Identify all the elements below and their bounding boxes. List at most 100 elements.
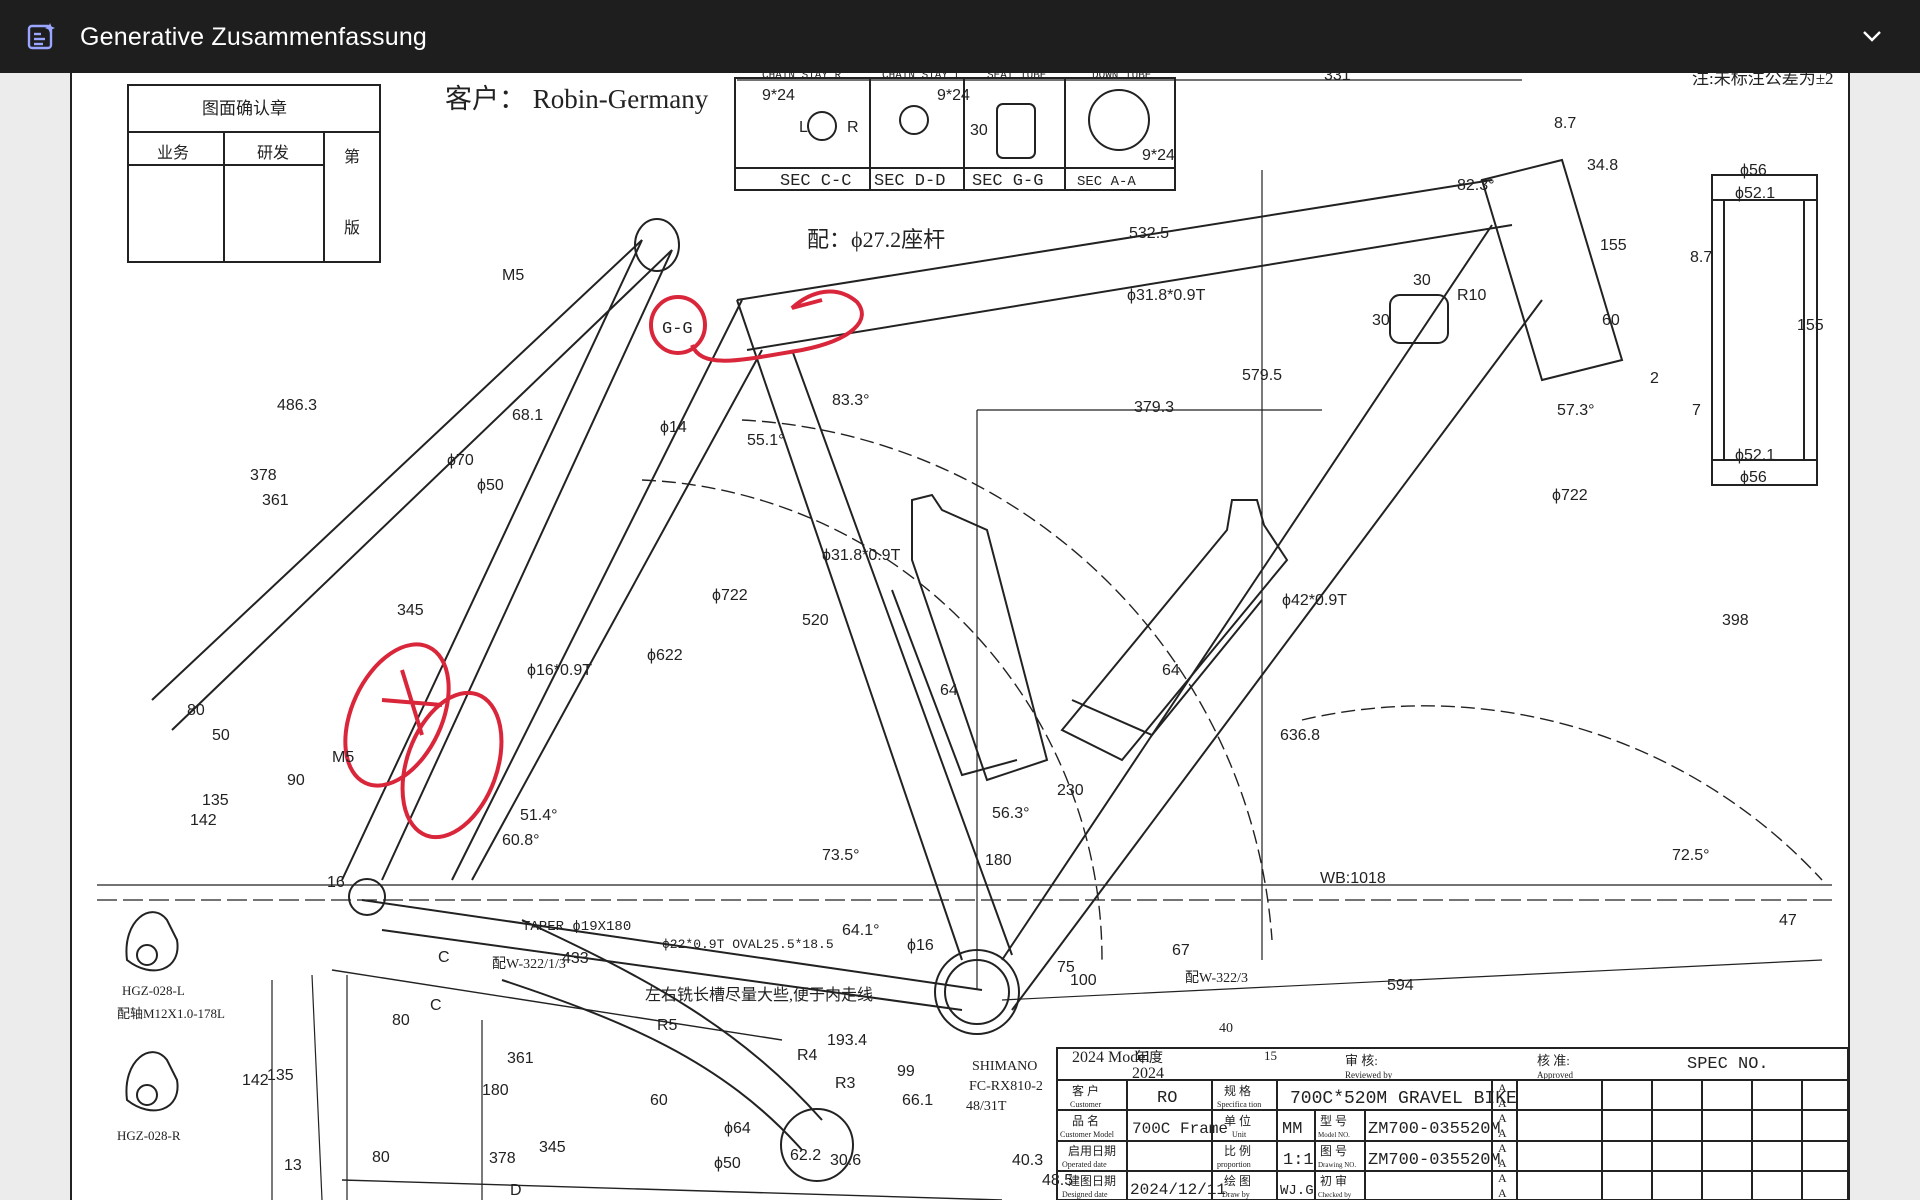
tb-row3-key3-en: Drawing NO. — [1318, 1161, 1356, 1169]
section-dim-d: 9*24 — [937, 87, 970, 104]
dim-label: R4 — [797, 1047, 818, 1064]
dim-label: 13 — [284, 1157, 302, 1174]
dim-label: ϕ622 — [647, 647, 683, 664]
approval-col-edition-a: 第 — [344, 148, 360, 166]
tb-row3-key2-en: proportion — [1217, 1160, 1251, 1169]
dim-label: M5 — [502, 267, 524, 284]
dim-label: ϕ56 — [1740, 469, 1767, 486]
dim-label: 636.8 — [1280, 727, 1320, 744]
dim-label: 配W-322/1/3 — [492, 957, 566, 972]
dim-label: 55.1° — [747, 432, 785, 449]
dropout-l-drawing — [125, 911, 179, 972]
crank-brand: SHIMANO — [972, 1059, 1037, 1074]
tb-row3-key3: 图 号 — [1320, 1144, 1347, 1158]
tb-product-value: 700C Frame — [1132, 1120, 1228, 1138]
dim-label: R5 — [657, 1017, 678, 1034]
dropout-l-note: 配轴M12X1.0-178L — [117, 1006, 225, 1021]
section-label-a: SEC A-A — [1077, 174, 1136, 190]
dim-label: 345 — [539, 1139, 566, 1156]
revision-mark: A — [1498, 1081, 1507, 1095]
dim-label: 180 — [985, 852, 1012, 869]
revision-mark: A — [1498, 1096, 1507, 1110]
tb-row4-key2-en: Draw by — [1222, 1190, 1250, 1199]
dim-label: 60.8° — [502, 832, 540, 849]
dim-label: M5 — [332, 749, 354, 766]
gg-circle-label: G-G — [662, 320, 693, 339]
title-block-approved-en: Approved — [1537, 1070, 1573, 1080]
dim-label: 7 — [1692, 402, 1701, 419]
dim-label: ϕ52.1 — [1735, 447, 1775, 464]
dim-label: 左右铣长槽尽量大些,便于内走线 — [645, 986, 873, 1004]
revision-mark: A — [1498, 1186, 1507, 1200]
tb-row1-key2: 规 格 — [1224, 1083, 1251, 1098]
dim-label: 135 — [267, 1067, 294, 1084]
tb-row4-key2: 绘 图 — [1224, 1173, 1251, 1188]
tb-customer-value: RO — [1157, 1089, 1177, 1108]
title-block-spec-no: SPEC NO. — [1687, 1055, 1769, 1074]
tb-row4-key3: 初 审 — [1320, 1173, 1347, 1188]
technical-drawing-page: 图面确认章 业务 研发 第 版 客户： Robin-Germany 配：ϕ27.… — [70, 73, 1850, 1200]
ai-summary-icon[interactable] — [26, 22, 58, 52]
dim-label: 34.8 — [1587, 157, 1618, 174]
dim-label: WB:1018 — [1320, 870, 1386, 887]
tb-model-value: ZM700-035520M — [1368, 1120, 1501, 1139]
dim-label: 379.3 — [1134, 399, 1174, 416]
dim-label: 16 — [327, 874, 345, 891]
tb-row3-key: 启用日期 — [1068, 1144, 1116, 1158]
dim-label: ϕ16*0.9T — [527, 662, 592, 679]
tb-row3-key2: 比 例 — [1224, 1144, 1251, 1158]
dropout-r-label: HGZ-028-R — [117, 1128, 181, 1143]
dim-label: ϕ52.1 — [1735, 185, 1775, 202]
tb-row2-key: 品 名 — [1072, 1113, 1099, 1128]
dim-label: 60 — [1602, 312, 1620, 329]
approval-col-business: 业务 — [157, 144, 189, 162]
dim-label: 361 — [262, 492, 289, 509]
title-block-reviewed-cn: 审 核: — [1345, 1053, 1378, 1068]
dim-label: 80 — [187, 702, 205, 719]
dim-label: 60 — [650, 1092, 668, 1109]
section-header-chain-stay-r: CHAIN STAY R — [762, 73, 842, 82]
dim-label: ϕ70 — [447, 452, 474, 469]
dim-label: 40 — [1219, 1021, 1233, 1036]
tb-row1-key2-en: Specifica tion — [1217, 1100, 1261, 1109]
customer-line: 客户： Robin-Germany — [445, 84, 709, 114]
section-left-marker: L — [799, 119, 808, 136]
dim-label: ϕ50 — [714, 1155, 741, 1172]
tb-row4-key: 建图日期 — [1068, 1174, 1116, 1188]
dim-label: 135 — [202, 792, 229, 809]
tb-row2-key3: 型 号 — [1320, 1114, 1347, 1128]
crank-model: FC-RX810-2 — [969, 1079, 1043, 1094]
dim-label: 68.1 — [512, 407, 543, 424]
dropout-l-label: HGZ-028-L — [122, 983, 185, 998]
tb-row2-key3-en: Model NO. — [1318, 1131, 1350, 1139]
chevron-down-icon[interactable] — [1860, 24, 1884, 48]
dim-label: 64 — [1162, 662, 1180, 679]
dim-label: 193.4 — [827, 1032, 867, 1049]
dim-label: 520 — [802, 612, 829, 629]
title-block-year-value: 2024 — [1132, 1065, 1164, 1082]
tb-row1-key-en: Customer — [1070, 1100, 1101, 1109]
dim-label: 8.7 — [1690, 249, 1712, 266]
dim-label: 57.3° — [1557, 402, 1595, 419]
dim-label: 532.5 — [1129, 225, 1169, 242]
seatpost-note: 配：ϕ27.2座杆 — [807, 227, 945, 252]
summary-header-bar: Generative Zusammenfassung — [0, 0, 1920, 73]
section-dim-a: 9*24 — [1142, 147, 1175, 164]
dim-label: 30 — [1413, 272, 1431, 289]
dim-label: 142 — [190, 812, 217, 829]
dim-label: 62.2 — [790, 1147, 821, 1164]
tb-row4-key-en: Designed date — [1062, 1190, 1108, 1199]
dim-label: 64.1° — [842, 922, 880, 939]
section-header-down-tube: DOWN TUBE — [1092, 73, 1152, 82]
revision-mark: A — [1498, 1156, 1507, 1170]
dim-label: 90 — [287, 772, 305, 789]
dim-label: 51.4° — [520, 807, 558, 824]
dim-label: 579.5 — [1242, 367, 1282, 384]
dim-label: ϕ31.8*0.9T — [1127, 287, 1206, 304]
dim-label: 2 — [1650, 370, 1659, 387]
revision-mark: A — [1498, 1111, 1507, 1125]
dim-label: 100 — [1070, 972, 1097, 989]
dim-label: TAPER ϕ19X180 — [522, 919, 631, 935]
section-label-c: SEC C-C — [780, 172, 851, 191]
dim-label: ϕ50 — [477, 477, 504, 494]
